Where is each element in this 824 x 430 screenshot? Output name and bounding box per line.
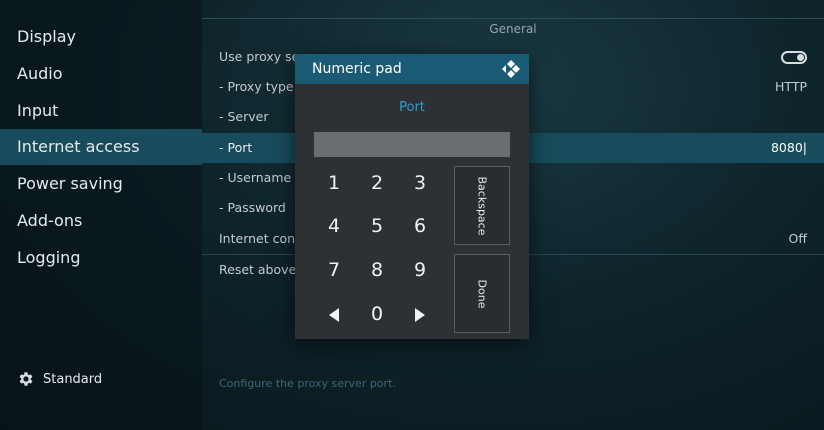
toggle-knob — [797, 54, 804, 61]
dialog-title: Numeric pad — [312, 61, 402, 77]
setting-label: - Username — [219, 170, 292, 185]
sidebar-item-label: Internet access — [17, 137, 140, 156]
numeric-input[interactable] — [314, 132, 510, 157]
setting-value: 8080| — [770, 140, 807, 155]
arrow-right-icon — [415, 307, 425, 322]
section-divider — [202, 18, 824, 19]
kodi-logo-icon — [502, 60, 520, 78]
key-0[interactable]: 0 — [357, 299, 397, 329]
setting-value: HTTP — [775, 79, 807, 94]
sidebar-item-label: Add-ons — [17, 211, 83, 230]
dialog-header: Numeric pad — [295, 54, 529, 84]
key-left[interactable] — [314, 299, 354, 329]
sidebar-item-logging[interactable]: Logging — [0, 240, 202, 276]
section-title: General — [489, 22, 537, 36]
sidebar-item-label: Input — [17, 101, 59, 120]
done-label: Done — [475, 279, 489, 308]
done-button[interactable]: Done — [454, 254, 510, 333]
arrow-left-icon — [329, 307, 339, 322]
key-1[interactable]: 1 — [314, 168, 354, 198]
sidebar-item-audio[interactable]: Audio — [0, 56, 202, 92]
backspace-label: Backspace — [475, 176, 489, 235]
dialog-heading: Port — [399, 100, 425, 115]
setting-label: - Port — [219, 140, 253, 155]
backspace-button[interactable]: Backspace — [454, 166, 510, 245]
setting-value: Off — [788, 231, 807, 246]
setting-label: - Server — [219, 109, 269, 124]
gear-icon — [19, 372, 33, 386]
key-7[interactable]: 7 — [314, 255, 354, 285]
key-right[interactable] — [400, 299, 440, 329]
sidebar-item-label: Power saving — [17, 174, 123, 193]
sidebar-item-internet-access[interactable]: Internet access — [0, 129, 202, 165]
sidebar-item-power-saving[interactable]: Power saving — [0, 166, 202, 202]
settings-level-label: Standard — [43, 371, 103, 387]
sidebar-item-label: Logging — [17, 248, 81, 267]
setting-label: - Proxy type — [219, 79, 294, 94]
sidebar-item-label: Display — [17, 27, 76, 46]
key-5[interactable]: 5 — [357, 211, 397, 241]
numeric-pad-dialog: Numeric pad Port 1 2 3 4 5 6 7 8 9 0 Bac… — [295, 54, 529, 339]
key-8[interactable]: 8 — [357, 255, 397, 285]
key-9[interactable]: 9 — [400, 255, 440, 285]
sidebar-item-input[interactable]: Input — [0, 93, 202, 129]
key-6[interactable]: 6 — [400, 211, 440, 241]
setting-label: - Password — [219, 200, 286, 215]
sidebar-item-label: Audio — [17, 64, 63, 83]
proxy-toggle[interactable] — [781, 51, 807, 64]
key-4[interactable]: 4 — [314, 211, 354, 241]
sidebar-item-display[interactable]: Display — [0, 19, 202, 55]
setting-description: Configure the proxy server port. — [219, 377, 396, 390]
settings-level-button[interactable]: Standard — [17, 370, 102, 388]
sidebar-item-add-ons[interactable]: Add-ons — [0, 203, 202, 239]
key-3[interactable]: 3 — [400, 168, 440, 198]
key-2[interactable]: 2 — [357, 168, 397, 198]
